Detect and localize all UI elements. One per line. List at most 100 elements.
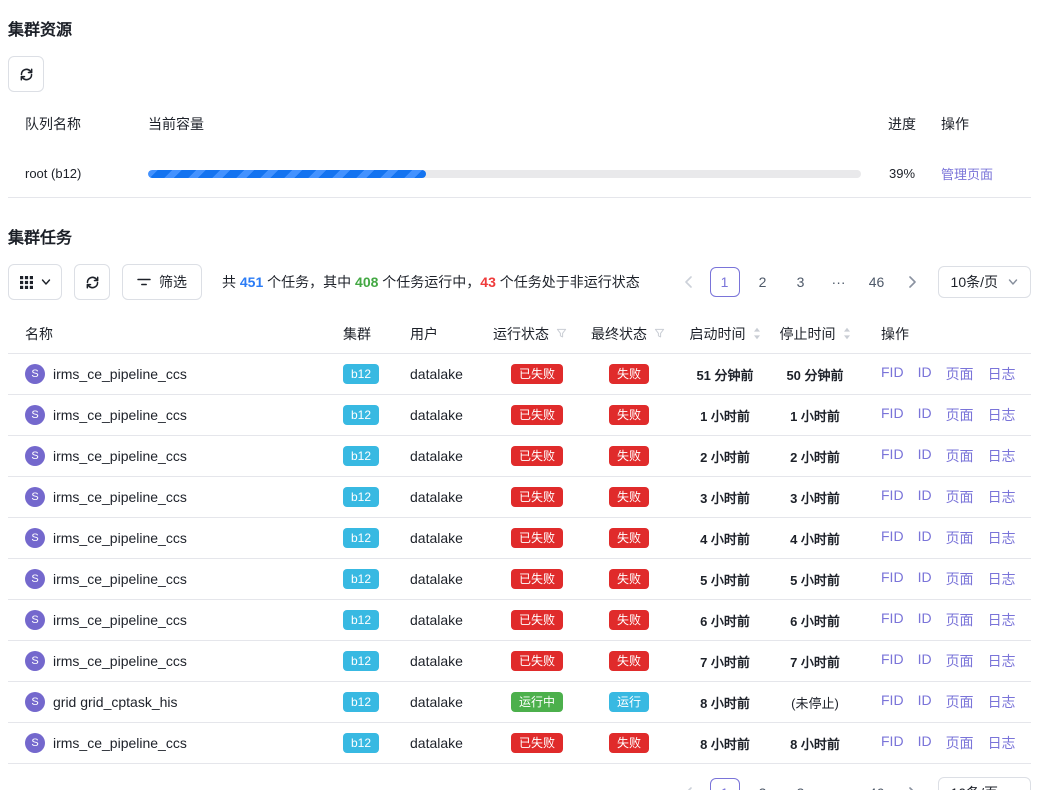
filter-button[interactable]: 筛选 [122, 264, 202, 300]
stop-time-header-label: 停止时间 [780, 324, 836, 344]
pagination-prev-icon[interactable] [676, 778, 702, 790]
log-link[interactable]: 日志 [988, 569, 1016, 589]
start-time: 5 小时前 [681, 570, 769, 589]
fid-link[interactable]: FID [881, 446, 904, 466]
page-link[interactable]: 页面 [946, 364, 974, 384]
running-tasks-count: 408 [355, 274, 378, 290]
task-name: irms_ce_pipeline_ccs [53, 571, 187, 587]
table-row: S irms_ce_pipeline_ccs b12 datalake 已失败 … [8, 477, 1031, 518]
resources-refresh-button[interactable] [8, 56, 44, 92]
fid-link[interactable]: FID [881, 610, 904, 630]
page-link[interactable]: 页面 [946, 692, 974, 712]
task-name: irms_ce_pipeline_ccs [53, 530, 187, 546]
cluster-badge: b12 [343, 487, 379, 507]
log-link[interactable]: 日志 [988, 692, 1016, 712]
avatar: S [25, 692, 45, 712]
tasks-table-body: S irms_ce_pipeline_ccs b12 datalake 已失败 … [8, 354, 1031, 764]
final-status-badge: 失败 [609, 733, 649, 753]
cluster-tasks-section: 集群任务 [8, 224, 1031, 790]
fid-link[interactable]: FID [881, 651, 904, 671]
log-link[interactable]: 日志 [988, 733, 1016, 753]
manage-page-link[interactable]: 管理页面 [941, 167, 993, 182]
log-link[interactable]: 日志 [988, 528, 1016, 548]
pagination-ellipsis[interactable]: ··· [824, 778, 854, 790]
fid-link[interactable]: FID [881, 733, 904, 753]
log-link[interactable]: 日志 [988, 651, 1016, 671]
pagination-top: 1 2 3 ··· 46 10条/页 [676, 266, 1031, 298]
pagination-page-2[interactable]: 2 [748, 778, 778, 790]
pagination-next-icon[interactable] [900, 267, 926, 297]
fid-link[interactable]: FID [881, 692, 904, 712]
sort-icon[interactable] [843, 327, 851, 340]
page-link[interactable]: 页面 [946, 651, 974, 671]
id-link[interactable]: ID [918, 651, 932, 671]
log-link[interactable]: 日志 [988, 364, 1016, 384]
fid-link[interactable]: FID [881, 405, 904, 425]
id-link[interactable]: ID [918, 364, 932, 384]
page-size-select[interactable]: 10条/页 [938, 777, 1031, 790]
table-row: S irms_ce_pipeline_ccs b12 datalake 已失败 … [8, 395, 1031, 436]
stop-time: 50 分钟前 [769, 365, 861, 384]
page-link[interactable]: 页面 [946, 405, 974, 425]
page-link[interactable]: 页面 [946, 569, 974, 589]
pagination-next-icon[interactable] [900, 778, 926, 790]
id-link[interactable]: ID [918, 405, 932, 425]
task-name: irms_ce_pipeline_ccs [53, 407, 187, 423]
pagination-page-3[interactable]: 3 [786, 778, 816, 790]
pagination-page-46[interactable]: 46 [862, 778, 892, 790]
bottom-pagination-bar: 1 2 3 ··· 46 10条/页 [8, 777, 1031, 790]
stop-time: 7 小时前 [769, 652, 861, 671]
log-link[interactable]: 日志 [988, 610, 1016, 630]
fid-link[interactable]: FID [881, 364, 904, 384]
avatar: S [25, 446, 45, 466]
resources-actions-header: 操作 [933, 114, 1031, 134]
fid-link[interactable]: FID [881, 528, 904, 548]
start-time: 8 小时前 [681, 693, 769, 712]
pagination-page-1[interactable]: 1 [710, 267, 740, 297]
filter-funnel-icon[interactable] [556, 328, 567, 339]
id-link[interactable]: ID [918, 692, 932, 712]
filter-funnel-icon[interactable] [654, 328, 665, 339]
tasks-summary: 共 451 个任务，其中 408 个任务运行中，43 个任务处于非运行状态 [222, 272, 640, 292]
pagination-page-2[interactable]: 2 [748, 267, 778, 297]
pagination-page-3[interactable]: 3 [786, 267, 816, 297]
id-link[interactable]: ID [918, 610, 932, 630]
log-link[interactable]: 日志 [988, 405, 1016, 425]
log-link[interactable]: 日志 [988, 487, 1016, 507]
id-link[interactable]: ID [918, 487, 932, 507]
page-link[interactable]: 页面 [946, 487, 974, 507]
id-link[interactable]: ID [918, 733, 932, 753]
page-link[interactable]: 页面 [946, 528, 974, 548]
user-header: 用户 [410, 324, 493, 344]
final-status-badge: 失败 [609, 651, 649, 671]
start-time: 2 小时前 [681, 447, 769, 466]
pagination-ellipsis[interactable]: ··· [824, 267, 854, 297]
id-link[interactable]: ID [918, 446, 932, 466]
sort-icon[interactable] [753, 327, 761, 340]
id-link[interactable]: ID [918, 528, 932, 548]
cluster-tasks-title: 集群任务 [8, 224, 1031, 248]
stop-time: 8 小时前 [769, 734, 861, 753]
page-size-select[interactable]: 10条/页 [938, 266, 1031, 298]
log-link[interactable]: 日志 [988, 446, 1016, 466]
final-status-badge: 失败 [609, 569, 649, 589]
pagination-page-1[interactable]: 1 [710, 778, 740, 790]
table-row: S irms_ce_pipeline_ccs b12 datalake 已失败 … [8, 518, 1031, 559]
task-name: irms_ce_pipeline_ccs [53, 735, 187, 751]
id-link[interactable]: ID [918, 569, 932, 589]
name-header: 名称 [8, 324, 343, 344]
tasks-refresh-button[interactable] [74, 264, 110, 300]
page-link[interactable]: 页面 [946, 733, 974, 753]
page-link[interactable]: 页面 [946, 446, 974, 466]
column-settings-dropdown[interactable] [8, 264, 62, 300]
pagination-page-46[interactable]: 46 [862, 267, 892, 297]
cluster-badge: b12 [343, 446, 379, 466]
fid-link[interactable]: FID [881, 569, 904, 589]
fid-link[interactable]: FID [881, 487, 904, 507]
page-link[interactable]: 页面 [946, 610, 974, 630]
cluster-resources-section: 集群资源 队列名称 当前容量 进度 操作 root (b12) [8, 16, 1031, 198]
tasks-table: 名称 集群 用户 运行状态 最终状态 启动时间 [8, 314, 1031, 764]
table-row: S irms_ce_pipeline_ccs b12 datalake 已失败 … [8, 600, 1031, 641]
pagination-prev-icon[interactable] [676, 267, 702, 297]
cluster-resources-title: 集群资源 [8, 16, 1031, 40]
